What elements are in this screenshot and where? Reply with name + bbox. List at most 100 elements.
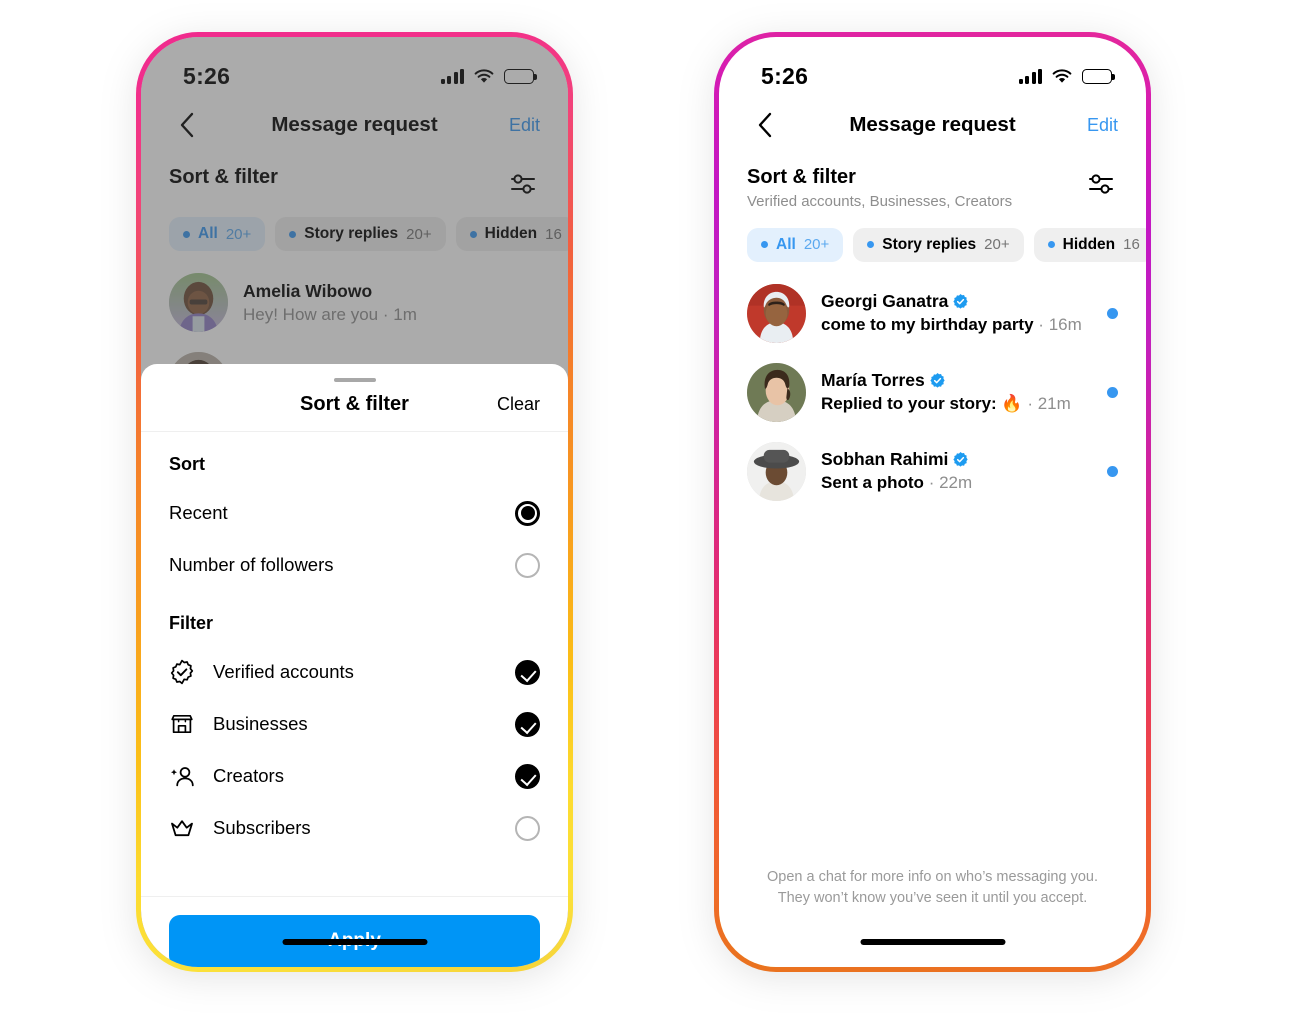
battery-full-icon [1082,68,1115,84]
verified-badge-icon [169,659,195,685]
verified-badge-icon [930,373,945,388]
home-indicator [860,939,1005,945]
preview-time: · 21m [1027,394,1071,414]
chip-dot-icon [469,230,477,238]
status-bar-icons [1018,68,1115,84]
sliders-filter-icon[interactable] [506,167,540,201]
chip-label: All [776,235,796,253]
battery-full-icon [504,68,537,84]
list-item-text: Sobhan Rahimi Sent a photo · 22m [821,449,1092,493]
status-bar: 5:26 [719,37,1146,99]
status-bar-time: 5:26 [183,62,231,89]
avatar [747,441,806,501]
checkbox-checked-icon[interactable] [515,711,540,737]
checkbox-checked-icon[interactable] [515,763,540,789]
option-label: Creators [213,765,284,786]
chip-label: Hidden [484,225,538,242]
chip-all[interactable]: All 20+ [747,227,844,262]
preview-time: · 1m [382,304,417,324]
filter-option-creators[interactable]: Creators [169,750,540,802]
message-request-list: Georgi Ganatra come to my birthday party… [719,262,1146,511]
chip-dot-icon [867,241,875,249]
list-item[interactable]: Georgi Ganatra come to my birthday party… [719,274,1146,353]
list-item-name: María Torres [821,370,1092,391]
chevron-left-icon [180,112,193,138]
sort-section-label: Sort [169,454,205,474]
sort-filter-title: Sort & filter [169,166,278,188]
preview-time: · 16m [1038,315,1082,335]
sort-filter-header: Sort & filter Verified accounts, Busines… [719,151,1146,212]
list-item-name: Sobhan Rahimi [821,449,1092,470]
list-item-text: Amelia Wibowo Hey! How are you · 1m [243,281,540,325]
list-item-name: Amelia Wibowo [243,281,540,302]
chip-count: 16 [545,225,562,243]
chip-dot-icon [183,230,190,238]
radio-unselected-icon[interactable] [515,552,540,578]
unread-dot-icon [1107,386,1118,398]
checkbox-unchecked-icon[interactable] [515,815,540,841]
list-item-name: Georgi Ganatra [821,291,1092,312]
sort-filter-title: Sort & filter [747,166,856,188]
chip-story-replies[interactable]: Story replies 20+ [853,227,1024,262]
radio-selected-icon[interactable] [515,500,540,526]
chip-dot-icon [1047,241,1055,249]
wifi-icon [1051,68,1073,84]
chip-label: All [198,225,218,242]
clear-button[interactable]: Clear [497,394,540,415]
filter-option-businesses[interactable]: Businesses [169,698,540,750]
phone-mockup-right: 5:26 Message request Edit Sort & filter … [714,32,1151,972]
unread-dot-icon [1107,465,1118,477]
chip-label: Story replies [882,235,977,253]
contact-name: Sobhan Rahimi [821,449,949,470]
checkbox-checked-icon[interactable] [515,659,540,685]
option-label: Verified accounts [213,661,354,682]
edit-button[interactable]: Edit [1087,115,1118,136]
chip-label: Hidden [1062,235,1116,253]
contact-name: Georgi Ganatra [821,291,949,312]
chip-count: 16 [1123,236,1140,254]
list-item[interactable]: María Torres Replied to your story: 🔥 · … [719,353,1146,432]
sort-filter-header: Sort & filter [141,151,568,201]
avatar [747,283,806,343]
filter-option-subscribers[interactable]: Subscribers [169,802,540,854]
list-item[interactable]: Sobhan Rahimi Sent a photo · 22m [719,432,1146,511]
list-item-preview: come to my birthday party · 16m [821,315,1092,335]
storefront-icon [169,711,195,737]
home-indicator [282,939,427,945]
phone-mockup-left: 5:26 Message request Edit Sort & filter … [136,32,573,972]
chip-all[interactable]: All 20+ [169,217,266,251]
filter-chip-row: All 20+ Story replies 20+ Hidden 16 [719,212,1146,262]
status-bar: 5:26 [141,37,568,99]
contact-name: Amelia Wibowo [243,280,373,301]
chip-hidden[interactable]: Hidden 16 [455,217,568,251]
chip-story-replies[interactable]: Story replies 20+ [275,217,446,251]
list-item-preview: Hey! How are you · 1m [243,305,540,325]
contact-name: María Torres [821,370,925,391]
list-item-text: María Torres Replied to your story: 🔥 · … [821,370,1092,414]
wifi-icon [473,68,495,84]
sort-option-number-of-followers[interactable]: Number of followers [169,539,540,591]
option-label: Subscribers [213,817,311,838]
option-label: Businesses [213,713,308,734]
preview-text: Hey! How are you [243,304,379,324]
filter-option-verified-accounts[interactable]: Verified accounts [169,646,540,698]
phone-screen-left: 5:26 Message request Edit Sort & filter … [141,37,568,967]
sliders-filter-icon[interactable] [1084,167,1118,201]
chip-hidden[interactable]: Hidden 16 [1033,227,1146,262]
option-label: Recent [169,502,228,523]
sort-option-recent[interactable]: Recent [169,487,540,539]
cellular-bars-icon [440,68,464,84]
list-item[interactable]: Amelia Wibowo Hey! How are you · 1m [141,263,568,342]
filter-section-label: Filter [169,613,214,633]
edit-button[interactable]: Edit [509,115,540,136]
nav-bar: Message request Edit [141,99,568,151]
back-button[interactable] [747,108,781,142]
page-title: Message request [849,113,1016,136]
footer-note: Open a chat for more info on who’s messa… [766,868,1098,906]
nav-bar: Message request Edit [719,99,1146,151]
screenshot-stage: 5:26 Message request Edit Sort & filter … [0,0,1291,1013]
back-button[interactable] [169,108,203,142]
preview-text: Replied to your story: 🔥 [821,394,1023,414]
sort-filter-header-text: Sort & filter [169,165,506,189]
status-bar-icons [440,68,537,84]
